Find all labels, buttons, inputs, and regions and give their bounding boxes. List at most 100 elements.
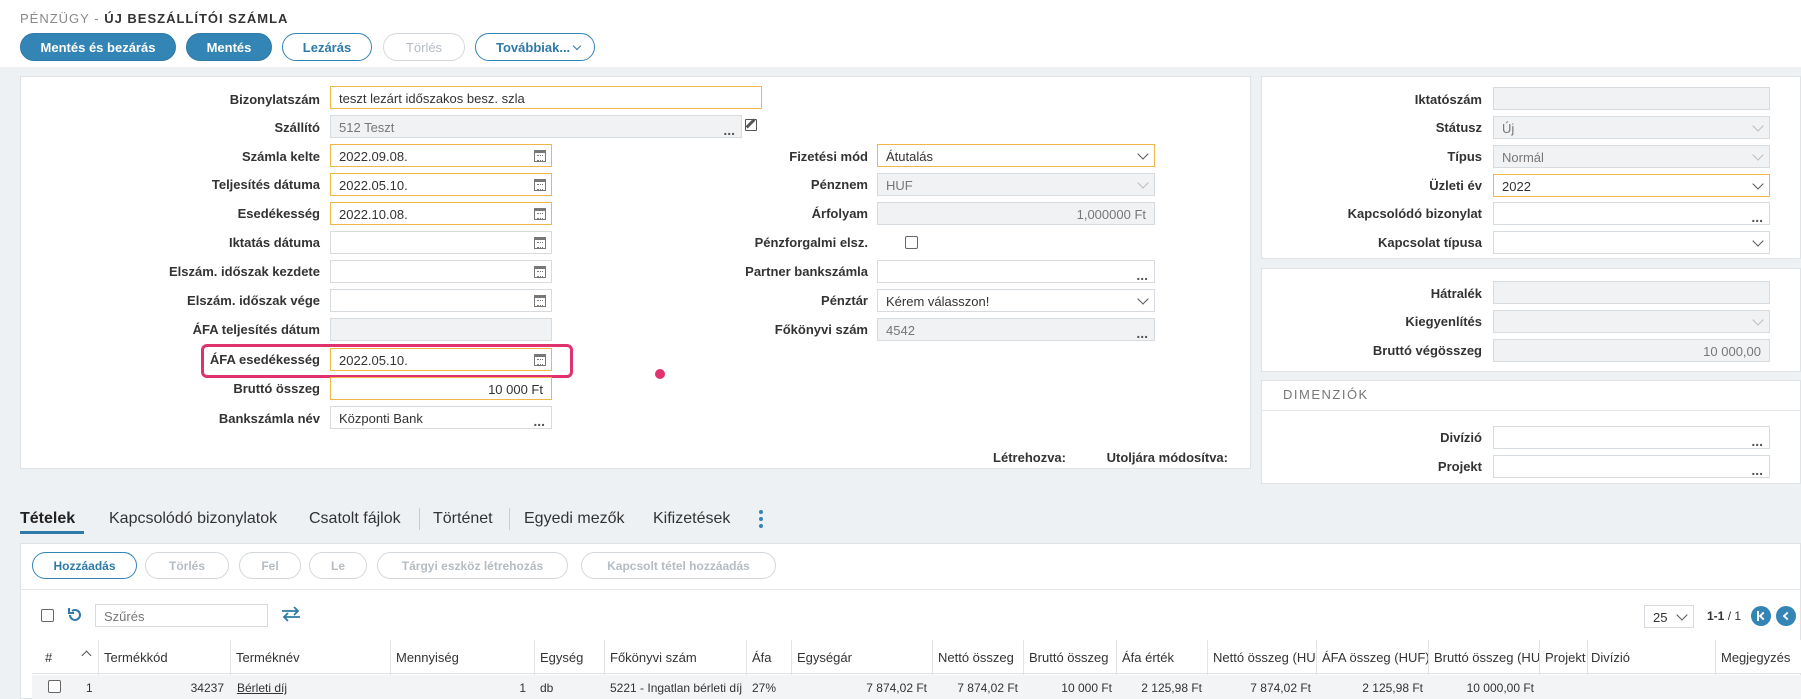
- iktatas-label: Iktatás dátuma: [228, 235, 320, 250]
- tab-csatolt-fajlok[interactable]: Csatolt fájlok: [309, 510, 401, 528]
- fokonyvi-value: 4542: [886, 323, 915, 338]
- more-vertical-icon[interactable]: [759, 510, 763, 532]
- more-dots-icon[interactable]: ...: [533, 414, 545, 428]
- save-button[interactable]: Mentés: [186, 33, 272, 61]
- first-page-icon[interactable]: [1751, 606, 1771, 626]
- kiegyenlites-label: Kiegyenlítés: [1405, 314, 1482, 329]
- col-header-netto[interactable]: Nettó összeg: [938, 650, 1023, 665]
- calendar-icon[interactable]: [534, 208, 546, 220]
- chevron-down-icon: [1137, 148, 1149, 160]
- penztar-label: Pénztár: [821, 293, 868, 308]
- col-header-brutto-huf[interactable]: Bruttó összeg (HUF): [1434, 650, 1539, 665]
- col-header-netto-huf[interactable]: Nettó összeg (HUF): [1213, 650, 1316, 665]
- active-tab-indicator: [20, 531, 84, 534]
- cell-netto: 7 874,02 Ft: [957, 681, 1018, 695]
- prev-page-icon[interactable]: [1776, 606, 1796, 626]
- brutto-input[interactable]: 10 000 Ft: [330, 377, 552, 400]
- teljesites-input[interactable]: 2022.05.10.: [330, 173, 552, 196]
- szallito-field[interactable]: 512 Teszt ...: [330, 115, 742, 138]
- bankszamla-nev-input[interactable]: Központi Bank ...: [330, 406, 552, 429]
- hatralek-label: Hátralék: [1430, 286, 1482, 301]
- chevron-down-icon: [1137, 177, 1149, 189]
- lock-button[interactable]: Lezárás: [282, 33, 372, 61]
- col-header-termekkod[interactable]: Termékkód: [104, 650, 224, 665]
- cell-egysegar: 7 874,02 Ft: [866, 681, 927, 695]
- calendar-icon[interactable]: [534, 295, 546, 307]
- uzleti-ev-select[interactable]: 2022: [1493, 174, 1770, 197]
- brutto-vegosszeg-label: Bruttó végösszeg: [1372, 343, 1482, 358]
- breadcrumb-section[interactable]: PÉNZÜGY -: [20, 11, 100, 26]
- col-header-divizio[interactable]: Divízió: [1591, 650, 1691, 665]
- more-button[interactable]: Továbbiak...: [475, 33, 595, 61]
- kapcsolodo-input[interactable]: ...: [1493, 202, 1770, 225]
- fokonyvi-input[interactable]: 4542 ...: [877, 318, 1155, 341]
- col-header-mennyiseg[interactable]: Mennyiség: [396, 650, 526, 665]
- cell-termeknev-link[interactable]: Bérleti díj: [237, 681, 387, 695]
- teljesites-value: 2022.05.10.: [339, 178, 408, 193]
- idoszak-kezdete-input[interactable]: [330, 260, 552, 283]
- projekt-input[interactable]: ...: [1493, 455, 1770, 478]
- iktatas-input[interactable]: [330, 231, 552, 254]
- edit-icon[interactable]: [745, 118, 757, 131]
- tab-egyedi-mezok[interactable]: Egyedi mezők: [524, 510, 625, 528]
- tab-kapcsolodo-bizonylatok[interactable]: Kapcsolódó bizonylatok: [109, 510, 277, 528]
- penzforgalmi-checkbox[interactable]: [905, 236, 918, 249]
- page-header: PÉNZÜGY - ÚJ BESZÁLLÍTÓI SZÁMLA Mentés é…: [0, 0, 1801, 67]
- idoszak-vege-input[interactable]: [330, 289, 552, 312]
- page-size-select[interactable]: 25: [1644, 605, 1694, 628]
- refresh-icon[interactable]: [66, 606, 84, 624]
- bizonylatszam-input[interactable]: teszt lezárt időszakos besz. szla: [330, 86, 762, 109]
- col-header-termeknev[interactable]: Terméknév: [236, 650, 386, 665]
- marker-dot: [655, 369, 665, 379]
- esedekesseg-value: 2022.10.08.: [339, 207, 408, 222]
- more-dots-icon[interactable]: ...: [1751, 463, 1763, 477]
- afa-teljesites-label: ÁFA teljesítés dátum: [192, 322, 320, 337]
- col-header-megjegyzes[interactable]: Megjegyzés: [1721, 650, 1801, 665]
- calendar-icon[interactable]: [534, 237, 546, 249]
- esedekesseg-label: Esedékesség: [237, 206, 320, 221]
- more-dots-icon[interactable]: ...: [1136, 268, 1148, 282]
- filter-input[interactable]: Szűrés: [95, 604, 268, 627]
- more-dots-icon[interactable]: ...: [1136, 326, 1148, 340]
- tab-tetelek[interactable]: Tételek: [20, 510, 75, 528]
- chevron-down-icon: [1752, 120, 1764, 132]
- col-header-afa-ertek[interactable]: Áfa érték: [1122, 650, 1202, 665]
- uzleti-ev-label: Üzleti év: [1429, 178, 1482, 193]
- kiegyenlites-select: [1493, 310, 1770, 333]
- tab-tortenet[interactable]: Történet: [433, 510, 493, 528]
- col-header-projekt[interactable]: Projekt: [1545, 650, 1587, 665]
- more-dots-icon[interactable]: ...: [1751, 210, 1763, 224]
- kapcsolodo-label: Kapcsolódó bizonylat: [1347, 206, 1482, 221]
- pager-info: 1-1 / 1: [1707, 609, 1741, 623]
- divider: [21, 589, 1800, 590]
- kapcsolat-tipusa-select[interactable]: [1493, 231, 1770, 254]
- more-dots-icon[interactable]: ...: [1751, 434, 1763, 448]
- esedekesseg-input[interactable]: 2022.10.08.: [330, 202, 552, 225]
- divizio-input[interactable]: ...: [1493, 426, 1770, 449]
- partner-bankszamla-input[interactable]: ...: [877, 260, 1155, 283]
- szamla-kelte-input[interactable]: 2022.09.08.: [330, 144, 552, 167]
- col-header-index[interactable]: #: [45, 650, 52, 665]
- more-dots-icon[interactable]: ...: [723, 123, 735, 137]
- save-and-close-button[interactable]: Mentés és bezárás: [20, 33, 176, 61]
- projekt-label: Projekt: [1437, 459, 1482, 474]
- col-header-afa-huf[interactable]: ÁFA összeg (HUF): [1322, 650, 1428, 665]
- cell-brutto: 10 000 Ft: [1061, 681, 1112, 695]
- col-header-egyseg[interactable]: Egység: [540, 650, 605, 665]
- col-header-brutto[interactable]: Bruttó összeg: [1029, 650, 1117, 665]
- bankszamla-nev-value: Központi Bank: [339, 411, 423, 426]
- col-header-egysegar[interactable]: Egységár: [797, 650, 927, 665]
- page-size-value: 25: [1653, 610, 1668, 625]
- col-header-fokonyvi[interactable]: Főkönyvi szám: [610, 650, 740, 665]
- calendar-icon[interactable]: [534, 266, 546, 278]
- col-header-afa[interactable]: Áfa: [752, 650, 788, 665]
- swap-icon[interactable]: [280, 606, 302, 622]
- tab-kifizetesek[interactable]: Kifizetések: [653, 510, 730, 528]
- select-all-checkbox[interactable]: [41, 609, 54, 622]
- row-checkbox[interactable]: [48, 680, 61, 693]
- calendar-icon[interactable]: [534, 179, 546, 191]
- calendar-icon[interactable]: [534, 150, 546, 162]
- add-item-button[interactable]: Hozzáadás: [32, 552, 137, 579]
- fizetesi-mod-select[interactable]: Átutalás: [877, 144, 1155, 167]
- penztar-select[interactable]: Kérem válasszon!: [877, 289, 1155, 312]
